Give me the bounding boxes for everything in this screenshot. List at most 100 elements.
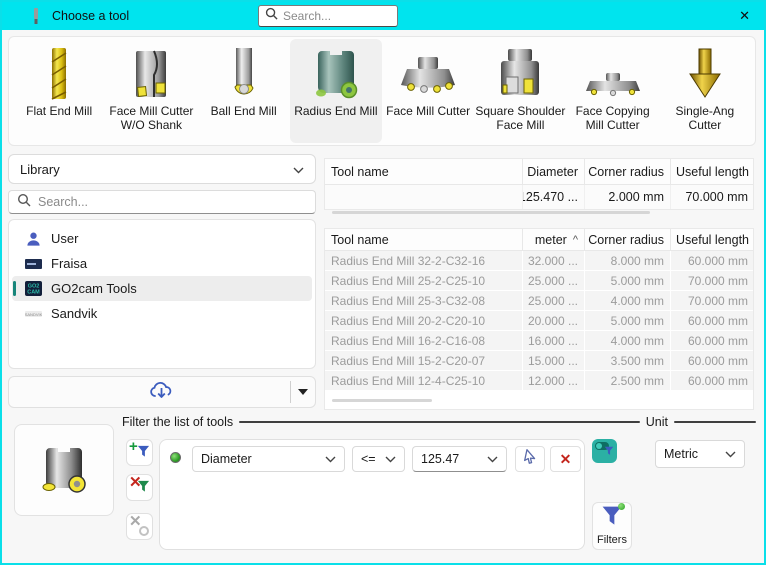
tool-type-radius-end-mill[interactable]: Radius End Mill <box>290 39 382 143</box>
svg-text:CAM: CAM <box>27 290 40 296</box>
svg-text:SANDVIK: SANDVIK <box>25 312 42 317</box>
tool-type-label: Square Shoulder Face Mill <box>474 104 566 133</box>
titlebar-search-input[interactable] <box>283 9 383 23</box>
current-tool-row[interactable]: 125.470 ... 2.000 mm 70.000 mm <box>325 185 753 209</box>
cell-useful-length: 60.000 mm <box>671 351 754 370</box>
tool-type-square-shoulder-face-mill[interactable]: Square Shoulder Face Mill <box>474 39 566 143</box>
horizontal-scrollbar[interactable] <box>332 211 650 214</box>
library-item-sandvik[interactable]: SANDVIK Sandvik <box>12 301 312 326</box>
single-angle-cutter-icon <box>686 43 724 101</box>
cell-diameter: 12.000 ... <box>523 371 585 390</box>
funnel-icon <box>601 505 623 532</box>
unit-group-label: Unit <box>646 415 668 429</box>
delete-filter-button[interactable]: ✕ <box>550 446 581 472</box>
horizontal-scrollbar[interactable] <box>332 399 432 402</box>
divider <box>674 421 756 423</box>
library-item-fraisa[interactable]: Fraisa <box>12 251 312 276</box>
search-icon <box>265 7 278 25</box>
filters-button[interactable]: Filters <box>592 502 632 550</box>
tool-type-strip: Flat End Mill Face Mill Cutter W/O Shank <box>8 36 756 146</box>
cell-tool-name: Radius End Mill 20-2-C20-10 <box>325 311 523 330</box>
column-header-tool-name[interactable]: Tool name <box>325 159 523 185</box>
close-icon[interactable]: ✕ <box>739 8 750 24</box>
column-header-useful-length[interactable]: Useful length <box>671 229 754 251</box>
library-item-label: GO2cam Tools <box>51 281 137 296</box>
tool-type-ball-end-mill[interactable]: Ball End Mill <box>198 39 290 143</box>
filters-button-label: Filters <box>597 534 627 546</box>
table-row[interactable]: Radius End Mill 20-2-C20-10 20.000 ... 5… <box>325 311 753 330</box>
cell-tool-name: Radius End Mill 16-2-C16-08 <box>325 331 523 350</box>
column-header-corner-radius[interactable]: Corner radius <box>585 229 671 251</box>
tool-type-face-mill-cutter[interactable]: Face Mill Cutter <box>382 39 474 143</box>
chevron-down-icon <box>725 447 736 461</box>
filter-field-dropdown[interactable]: Diameter <box>192 446 345 472</box>
filter-toggle-button[interactable] <box>592 439 617 463</box>
table-row[interactable]: Radius End Mill 16-2-C16-08 16.000 ... 4… <box>325 331 753 350</box>
cursor-pointer-icon <box>522 449 538 470</box>
tool-type-label: Face Mill Cutter W/O Shank <box>105 104 197 133</box>
cell-useful-length: 70.000 mm <box>671 271 754 290</box>
tool-type-flat-end-mill[interactable]: Flat End Mill <box>13 39 105 143</box>
tool-type-single-angle-cutter[interactable]: Single-Ang Cutter <box>659 39 751 143</box>
unit-value: Metric <box>664 447 698 461</box>
cell-tool-name: Radius End Mill 12-4-C25-10 <box>325 371 523 390</box>
table-row[interactable]: Radius End Mill 12-4-C25-10 12.000 ... 2… <box>325 371 753 390</box>
cell-diameter: 16.000 ... <box>523 331 585 350</box>
cell-tool-name: Radius End Mill 25-2-C25-10 <box>325 271 523 290</box>
filter-field-value: Diameter <box>201 452 252 466</box>
clear-filters-button-disabled[interactable]: ✕ <box>126 513 153 540</box>
tool-type-face-copying-mill-cutter[interactable]: Face Copying Mill Cutter <box>567 39 659 143</box>
column-header-diameter[interactable]: meter ^ <box>523 229 585 251</box>
library-dropdown-label: Library <box>20 162 60 177</box>
filter-value-combobox[interactable]: 125.47 <box>412 446 507 472</box>
tool-type-face-mill-wo-shank[interactable]: Face Mill Cutter W/O Shank <box>105 39 197 143</box>
library-item-label: Sandvik <box>51 306 97 321</box>
table-row[interactable]: Radius End Mill 25-2-C25-10 25.000 ... 5… <box>325 271 753 290</box>
current-tool-table: Tool name Diameter Corner radius Useful … <box>324 158 754 210</box>
cell-diameter: 32.000 ... <box>523 251 585 270</box>
funnel-icon <box>604 443 614 461</box>
pick-value-button[interactable] <box>515 446 545 472</box>
filter-operator-dropdown[interactable]: <= <box>352 446 405 472</box>
unit-dropdown[interactable]: Metric <box>655 440 745 468</box>
cell-useful-length: 70.000 mm <box>671 185 754 209</box>
library-item-label: Fraisa <box>51 256 87 271</box>
toggle-knob <box>596 443 602 449</box>
library-dropdown[interactable]: Library <box>8 154 316 184</box>
column-header-label: meter <box>535 233 567 247</box>
cloud-download-icon <box>148 380 176 405</box>
column-header-diameter[interactable]: Diameter <box>523 159 585 185</box>
tool-type-label: Face Mill Cutter <box>386 104 470 118</box>
table-row[interactable]: Radius End Mill 32-2-C32-16 32.000 ... 8… <box>325 251 753 270</box>
column-header-useful-length[interactable]: Useful length <box>671 159 754 185</box>
cell-corner-radius: 2.500 mm <box>585 371 671 390</box>
library-search[interactable] <box>8 190 316 214</box>
circle-icon <box>139 526 149 536</box>
tool-type-label: Flat End Mill <box>26 104 92 118</box>
dropdown-arrow-icon[interactable] <box>298 389 308 395</box>
x-icon: ✕ <box>560 451 572 468</box>
chevron-down-icon <box>487 452 498 466</box>
cell-corner-radius: 5.000 mm <box>585 271 671 290</box>
cell-diameter: 20.000 ... <box>523 311 585 330</box>
titlebar-search[interactable] <box>258 5 398 27</box>
library-item-go2cam-tools[interactable]: GO2CAM GO2cam Tools <box>12 276 312 301</box>
library-search-input[interactable] <box>38 195 278 209</box>
face-copying-mill-cutter-icon <box>582 43 644 101</box>
cell-useful-length: 60.000 mm <box>671 331 754 350</box>
table-row[interactable]: Radius End Mill 15-2-C20-07 15.000 ... 3… <box>325 351 753 370</box>
cell-corner-radius: 2.000 mm <box>585 185 671 209</box>
library-item-user[interactable]: User <box>12 226 312 251</box>
remove-filter-button[interactable]: ✕ <box>126 474 153 501</box>
user-icon <box>25 231 42 247</box>
chevron-down-icon <box>325 452 336 466</box>
download-library-button[interactable] <box>8 376 316 408</box>
table-header: Tool name Diameter Corner radius Useful … <box>325 159 753 185</box>
selected-tool-preview <box>14 424 114 516</box>
column-header-tool-name[interactable]: Tool name <box>325 229 523 251</box>
library-list: User Fraisa GO2CAM GO2cam Tools SANDVIK … <box>8 219 316 369</box>
add-filter-button[interactable]: + <box>126 439 153 466</box>
flat-end-mill-icon <box>42 43 76 101</box>
table-row[interactable]: Radius End Mill 25-3-C32-08 25.000 ... 4… <box>325 291 753 310</box>
column-header-corner-radius[interactable]: Corner radius <box>585 159 671 185</box>
